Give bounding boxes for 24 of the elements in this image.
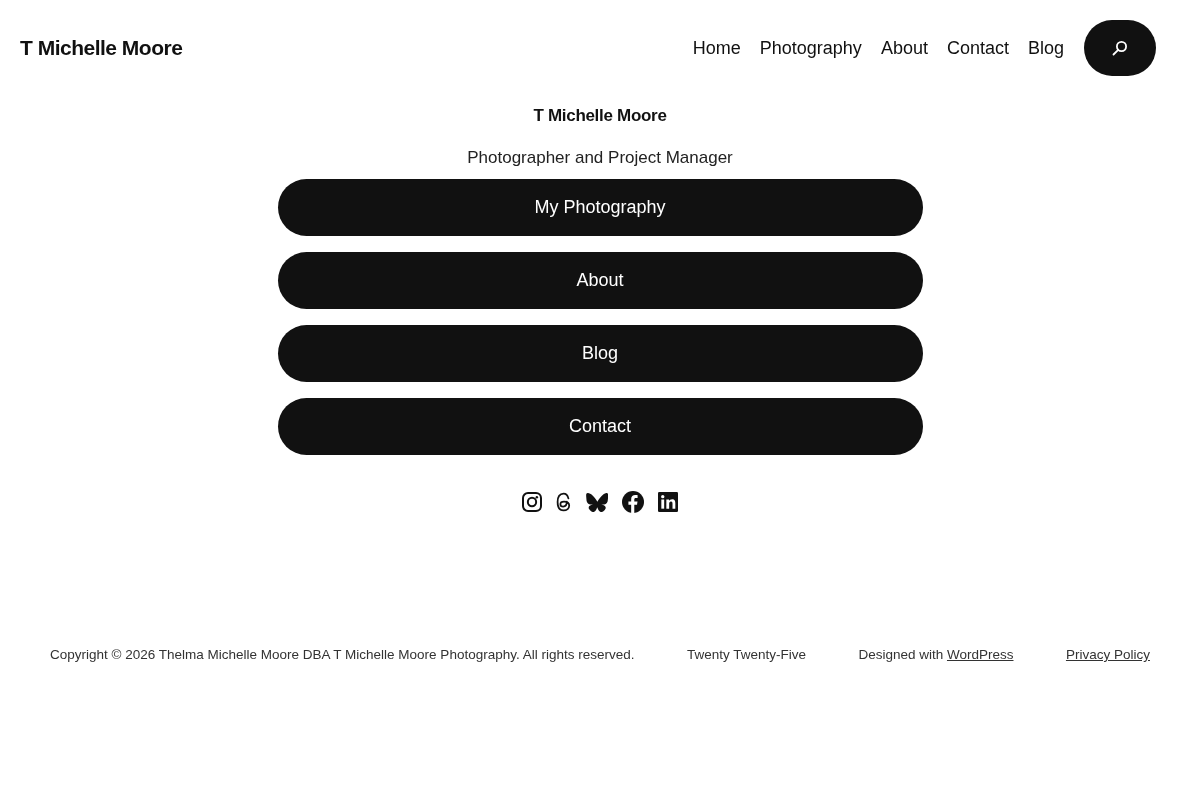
copyright-text: Copyright © 2026 Thelma Michelle Moore DBA T Michelle Moore Photography. All rights reserved. [50, 647, 635, 662]
threads-icon[interactable] [556, 492, 572, 512]
link-button[interactable]: Blog [277, 325, 923, 382]
search-icon [1112, 40, 1128, 56]
instagram-icon[interactable] [522, 492, 542, 512]
wordpress-link[interactable]: WordPress [946, 647, 1014, 662]
nav-link[interactable]: Contact [946, 37, 1009, 59]
link-button[interactable]: My Photography [277, 179, 923, 236]
theme-name: Twenty Twenty-Five [686, 647, 806, 662]
privacy-policy-link[interactable]: Privacy Policy [1065, 647, 1150, 662]
nav-link[interactable]: Photography [759, 37, 862, 59]
nav-link[interactable]: Home [692, 37, 741, 59]
link-button[interactable]: Contact [277, 398, 923, 455]
nav-link[interactable]: Blog [1027, 37, 1064, 59]
profile-name: T Michelle Moore [533, 105, 667, 127]
butterfly-icon[interactable] [586, 492, 608, 512]
facebook-icon[interactable] [622, 491, 644, 513]
nav-link[interactable]: About [880, 37, 928, 59]
search-button[interactable] [1084, 20, 1156, 76]
credit-text: Designed with WordPress [858, 647, 1014, 662]
link-button[interactable]: About [277, 252, 923, 309]
tagline: Photographer and Project Manager [467, 147, 733, 169]
site-title[interactable]: T Michelle Moore [20, 36, 183, 60]
linkedin-icon[interactable] [658, 492, 678, 512]
